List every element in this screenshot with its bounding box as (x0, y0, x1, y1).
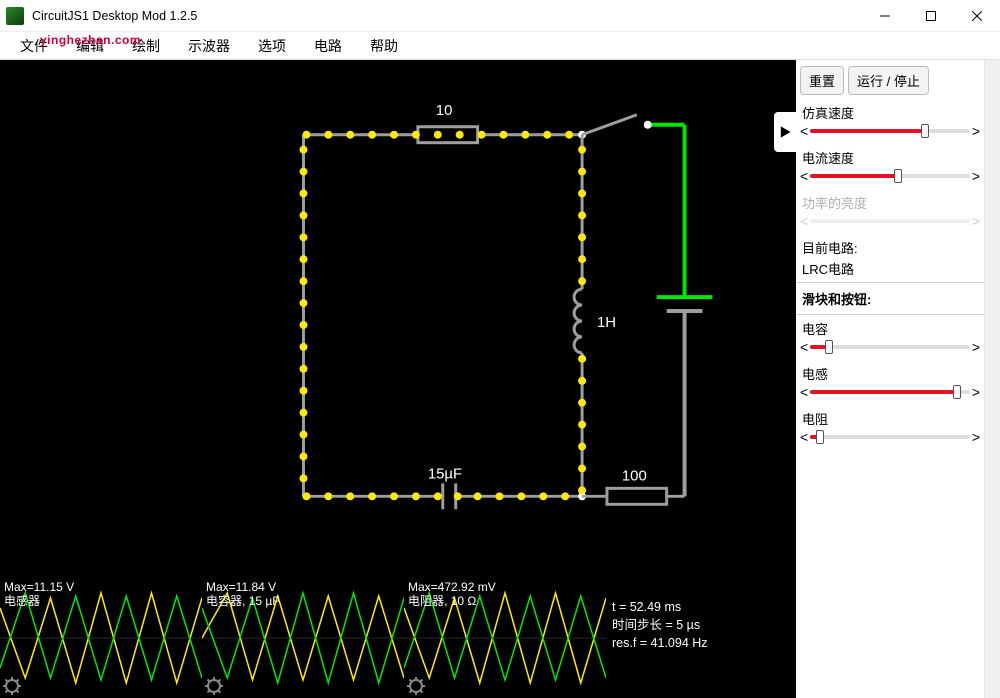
sim-time: t = 52.49 ms (612, 598, 790, 616)
label-cap: 15µF (428, 465, 462, 482)
scope-1-label: 电感器 (4, 594, 40, 608)
minimize-button[interactable] (862, 0, 908, 31)
res-slider-label: 电阻 (796, 407, 984, 430)
circuit-canvas[interactable]: 10 1H 15µF 100 (0, 60, 796, 578)
res-slider[interactable]: < > (796, 430, 984, 452)
menu-scope[interactable]: 示波器 (176, 34, 242, 58)
scope-3[interactable]: Max=472.92 mV 电阻器, 10 Ω (404, 578, 606, 698)
chevron-right-icon[interactable]: > (972, 169, 980, 183)
scope-1-max: Max=11.15 V (4, 580, 74, 594)
scope-3-max: Max=472.92 mV (408, 580, 496, 594)
chevron-left-icon: < (800, 214, 808, 228)
sim-speed-slider[interactable]: < > (796, 124, 984, 146)
power-brightness-slider: < > (796, 214, 984, 236)
scope-3-settings[interactable] (406, 676, 426, 696)
scope-2[interactable]: Max=11.84 V 电容器, 15 µF (202, 578, 404, 698)
current-speed-label: 电流速度 (796, 146, 984, 169)
chevron-right-icon[interactable]: > (972, 340, 980, 354)
close-button[interactable] (954, 0, 1000, 31)
sidebar: 重置 运行 / 停止 仿真速度 < > 电流速度 < > 功率的亮度 < > 目… (796, 60, 984, 698)
cap-slider-label: 电容 (796, 317, 984, 340)
scope-2-label: 电容器, 15 µF (206, 594, 280, 608)
menubar: 文件 编辑 绘制 示波器 选项 电路 帮助 (0, 32, 1000, 60)
maximize-button[interactable] (908, 0, 954, 31)
ind-slider-label: 电感 (796, 362, 984, 385)
vertical-scrollbar[interactable] (984, 60, 1000, 698)
scope-2-max: Max=11.84 V (206, 580, 276, 594)
reset-button[interactable]: 重置 (800, 66, 844, 95)
sliders-section-head: 滑块和按钮: (796, 285, 984, 312)
scope-2-settings[interactable] (204, 676, 224, 696)
sim-step: 时间步长 = 5 µs (612, 616, 790, 634)
scopes-row: Max=11.15 V 电感器 Max=11.84 V 电容器, 15 µF (0, 578, 796, 698)
scope-1[interactable]: Max=11.15 V 电感器 (0, 578, 202, 698)
power-brightness-label: 功率的亮度 (796, 191, 984, 214)
current-speed-slider[interactable]: < > (796, 169, 984, 191)
chevron-right-icon: > (972, 214, 980, 228)
watermark: yinghezhan.com (40, 33, 141, 47)
chevron-left-icon[interactable]: < (800, 169, 808, 183)
window-title: CircuitJS1 Desktop Mod 1.2.5 (32, 9, 197, 23)
scope-3-label: 电阻器, 10 Ω (408, 594, 476, 608)
chevron-left-icon[interactable]: < (800, 340, 808, 354)
chevron-left-icon[interactable]: < (800, 385, 808, 399)
chevron-left-icon[interactable]: < (800, 124, 808, 138)
menu-help[interactable]: 帮助 (358, 34, 410, 58)
simulation-info: t = 52.49 ms 时间步长 = 5 µs res.f = 41.094 … (606, 578, 796, 698)
menu-circuit[interactable]: 电路 (302, 34, 354, 58)
label-r-top: 10 (436, 102, 453, 119)
cap-slider[interactable]: < > (796, 340, 984, 362)
current-circuit-name: LRC电路 (796, 259, 984, 280)
sim-speed-label: 仿真速度 (796, 101, 984, 124)
scope-1-settings[interactable] (2, 676, 22, 696)
label-inductor: 1H (597, 314, 616, 331)
chevron-left-icon[interactable]: < (800, 430, 808, 444)
app-icon (6, 7, 24, 25)
label-r-bottom: 100 (622, 467, 647, 484)
titlebar: CircuitJS1 Desktop Mod 1.2.5 (0, 0, 1000, 32)
collapse-tab-button[interactable] (774, 112, 796, 152)
chevron-right-icon[interactable]: > (972, 124, 980, 138)
chevron-right-icon[interactable]: > (972, 385, 980, 399)
current-circuit-label: 目前电路: (796, 236, 984, 259)
run-stop-button[interactable]: 运行 / 停止 (848, 66, 929, 95)
sim-resf: res.f = 41.094 Hz (612, 634, 790, 652)
menu-options[interactable]: 选项 (246, 34, 298, 58)
ind-slider[interactable]: < > (796, 385, 984, 407)
chevron-right-icon[interactable]: > (972, 430, 980, 444)
